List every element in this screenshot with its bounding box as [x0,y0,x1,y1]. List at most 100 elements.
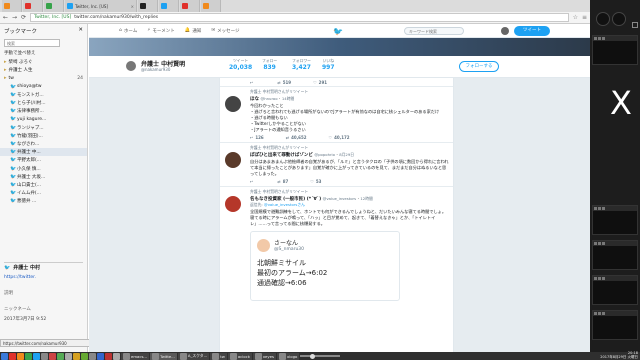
tweet-avatar[interactable] [225,152,241,168]
browser-tab[interactable] [201,0,221,12]
taskbar-launcher-icon[interactable] [81,352,88,360]
bookmark-item[interactable]: 🐦 法律事務所... [0,107,87,115]
taskbar-launcher-icon[interactable] [57,352,64,360]
profile-stat[interactable]: いいね 997 [322,58,335,71]
volume-slider[interactable] [300,353,341,359]
nav-bell[interactable]: 🔔 通知 [185,28,202,34]
browser-tab[interactable] [23,0,43,12]
tweet-author[interactable]: ぽぽひと出来て罪動けばゾンビ [250,153,313,158]
browser-tab[interactable]: Twitter, Inc. [US] × [65,0,137,12]
bookmark-item[interactable]: 🐦 山口貴士(... [0,181,87,189]
clock[interactable]: 20:18 2017年8月29日 火曜日 [600,352,640,359]
bookmark-star-icon[interactable]: ☆ [573,14,578,21]
url-field[interactable]: Twitter, Inc. [US] twitter.com/nakamur93… [30,13,569,22]
taskbar-launcher-icon[interactable] [49,352,56,360]
profile-stat[interactable]: フォロー 839 [262,58,277,71]
close-icon[interactable]: ✕ [78,27,83,35]
tweet-time[interactable]: 14時間 [282,96,294,101]
bookmark-item[interactable]: 🐦 yuji kagure... [0,115,87,123]
tweet-author[interactable]: ほな [250,97,259,102]
taskbar-launcher-icon[interactable] [33,352,40,360]
taskbar-launcher-icon[interactable] [113,352,120,360]
bookmark-item[interactable]: 🐦 悪徳弁 ... [0,197,87,205]
bookmark-item[interactable]: 🐦 shioya@tw [0,83,87,91]
menu-icon[interactable]: ≡ [582,14,587,21]
bookmark-search-input[interactable] [4,39,60,47]
follow-button[interactable]: フォローする [459,61,499,72]
reply-to-handle[interactable]: @value_investorsさん [264,202,305,207]
browser-tab[interactable] [44,0,64,12]
profile-avatar[interactable] [124,59,138,73]
taskbar-launcher-icon[interactable] [41,352,48,360]
pin-icon[interactable] [632,22,638,28]
tweet-avatar[interactable] [225,196,241,212]
taskbar-window-button[interactable]: tw [210,352,227,360]
forward-icon[interactable]: → [12,14,17,21]
bookmark-item[interactable]: 🐦 モンストガ... [0,91,87,99]
browser-tab[interactable] [159,0,179,12]
taskbar-window-button[interactable]: aclock [227,352,252,360]
like-action[interactable]: ♡ 53 [310,179,321,184]
reply-action[interactable]: ↩ 126 [250,135,264,140]
retweet-action[interactable]: ⇄ 87 [277,179,288,184]
mini-window-4[interactable] [592,310,638,340]
twitter-logo-icon[interactable]: 🐦 [333,27,343,36]
mini-window-2[interactable] [592,240,638,270]
taskbar-launcher-icon[interactable] [73,352,80,360]
tweet-handle[interactable]: @popohrio [314,152,335,157]
nav-mail[interactable]: ✉ メッセージ [211,28,239,34]
browser-tab[interactable] [180,0,200,12]
bookmark-item[interactable]: 🐦 ながさわ... [0,140,87,148]
embedded-tweet[interactable]: さーなん @S_nmaru30 北朝鮮ミサイル 最初のアラーム→6:02 通過確認→… [250,231,400,301]
like-action[interactable]: ♡ 291 [313,80,327,85]
mini-window-3[interactable] [592,275,638,305]
twitter-search-input[interactable] [404,27,464,35]
bookmark-item[interactable]: 🐦 竹龍(羽田)... [0,132,87,140]
reply-action[interactable]: ↩ [250,179,255,184]
taskbar-launcher-icon[interactable] [25,352,32,360]
mini-window-1[interactable] [592,205,638,235]
bookmark-item[interactable]: 🐦 弁護士 大坂... [0,173,87,181]
retweet-action[interactable]: ⇄ 40,652 [286,135,307,140]
nav-home[interactable]: ⌂ ホーム [119,28,137,34]
detail-link[interactable]: https://twitter. [4,275,84,280]
tweet-time[interactable]: 8月29日 [339,152,354,157]
bookmark-item[interactable]: ▸ 柴崎 ぶろぐ [0,58,87,66]
tweet-button[interactable]: ツイート [514,26,550,36]
taskbar-window-button[interactable]: A_スクタ... [177,352,210,360]
tweet[interactable]: 弁護士 中村賢明さんがリツイート ほな @hnuroo · 14時間 今回わかったこ… [220,86,453,142]
reload-icon[interactable]: ⟳ [21,14,26,21]
bookmark-item[interactable]: ▸ 弁護士 人生 [0,66,87,74]
back-icon[interactable]: ← [3,14,8,21]
taskbar-launcher-icon[interactable] [1,352,8,360]
taskbar-launcher-icon[interactable] [97,352,104,360]
retweet-action[interactable]: ⇄ 519 [277,80,291,85]
bookmark-item[interactable]: 🐦 イムム弁(... [0,189,87,197]
taskbar-window-button[interactable]: xeyes [252,352,276,360]
reply-action[interactable]: ↩ [250,80,255,85]
volume-knob[interactable] [310,353,316,359]
aclock-window[interactable] [592,35,638,65]
bookmark-item[interactable]: 🐦 小久保 慎... [0,164,87,172]
nav-moments[interactable]: ⚡ モーメント [147,28,175,34]
profile-stat[interactable]: ツイート 20,038 [229,58,252,71]
tweet[interactable]: 弁護士 中村賢明さんがリツイート ぽぽひと出来て罪動けばゾンビ @popohrio… [220,142,453,186]
tweet[interactable]: 弁護士 中村賢明さんがリツイート 名もなき投資家 (一般市民) (*´∀`) @v… [220,186,453,302]
browser-tab[interactable] [2,0,22,12]
browser-tab[interactable] [138,0,158,12]
bookmark-item[interactable]: 🐦 とら子(川村... [0,99,87,107]
taskbar-window-button[interactable]: emacs... [121,352,150,360]
taskbar-launcher-icon[interactable] [17,352,24,360]
taskbar-launcher-icon[interactable] [105,352,112,360]
tab-close-icon[interactable]: × [131,4,134,9]
tweet-handle[interactable]: @hnuroo [260,96,277,101]
tweet-handle[interactable]: @value_investors [323,196,356,201]
taskbar-window-button[interactable]: xlogo [276,352,300,360]
bookmark-item[interactable]: 🐦 弁護士 中... [0,148,87,157]
bookmark-item[interactable]: 🐦 ランジャプ... [0,124,87,132]
tweet-avatar[interactable] [225,96,241,112]
taskbar-launcher-icon[interactable] [89,352,96,360]
tweet-time[interactable]: 12時間 [360,196,372,201]
like-action[interactable]: ♡ 40,172 [329,135,350,140]
bookmark-item[interactable]: 🐦 平野太郎(... [0,156,87,164]
